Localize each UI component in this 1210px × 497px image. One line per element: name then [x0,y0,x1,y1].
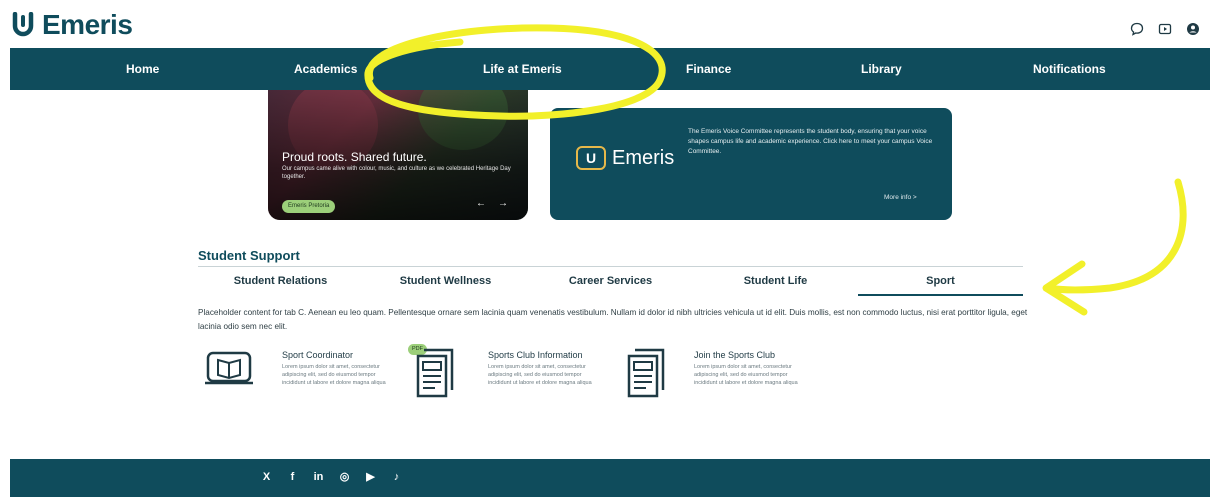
item-description: Lorem ipsum dolor sit amet, consectetur … [488,364,592,386]
tab-career-services[interactable]: Career Services [528,267,693,296]
item-title[interactable]: Sport Coordinator [282,350,353,360]
student-support-tabs: Student Relations Student Wellness Caree… [198,266,1023,296]
emeris-logo[interactable]: Emeris [12,9,133,41]
hero-carousel-controls: ←→ [476,198,520,209]
item-title[interactable]: Sports Club Information [488,350,583,360]
item-description: Lorem ipsum dolor sit amet, consectetur … [694,364,798,386]
document-icon [627,348,665,398]
tab-student-life[interactable]: Student Life [693,267,858,296]
hero-title: Proud roots. Shared future. [282,150,427,164]
site-footer: X f in ◎ ▶ ♪ [10,459,1210,497]
tiktok-icon[interactable]: ♪ [390,471,403,484]
tab-sport[interactable]: Sport [858,267,1023,296]
tab-student-wellness[interactable]: Student Wellness [363,267,528,296]
document-icon [416,348,454,398]
voice-committee-text: The Emeris Voice Committee represents th… [688,128,933,155]
nav-finance[interactable]: Finance [686,48,731,90]
chat-icon[interactable] [1130,22,1144,36]
hero-description: Our campus came alive with colour, music… [282,166,511,180]
heritage-day-card[interactable]: Proud roots. Shared future. Our campus c… [268,90,528,220]
top-header: Emeris [0,0,1210,48]
instagram-icon[interactable]: ◎ [338,471,351,484]
item-description: Lorem ipsum dolor sit amet, consectetur … [282,364,386,386]
tab-content-text: Placeholder content for tab C. Aenean eu… [198,308,1028,331]
book-screen-icon [205,351,253,385]
carousel-prev-icon[interactable]: ← [476,198,498,209]
nav-notifications[interactable]: Notifications [1033,48,1106,90]
hero-campus-tag[interactable]: Emeris Pretoria [282,200,336,213]
voice-logo-wordmark: Emeris [612,146,675,169]
highlight-arrow-annotation [1042,178,1187,316]
student-support-heading: Student Support [198,248,300,263]
carousel-next-icon[interactable]: → [498,198,520,209]
voice-bubble-icon: U [576,146,606,170]
emeris-voice-logo: U Emeris [576,146,674,170]
media-icon[interactable] [1158,22,1172,36]
facebook-icon[interactable]: f [286,471,299,484]
nav-life-at-emeris[interactable]: Life at Emeris [483,48,562,90]
voice-committee-card[interactable]: U Emeris The Emeris Voice Committee repr… [550,108,952,220]
logo-wordmark: Emeris [42,9,133,40]
youtube-icon[interactable]: ▶ [364,471,377,484]
more-info-link[interactable]: More info > [884,194,917,201]
emeris-logo-mark-icon [12,12,34,37]
tab-student-relations[interactable]: Student Relations [198,267,363,296]
nav-academics[interactable]: Academics [294,48,357,90]
x-icon[interactable]: X [260,471,273,484]
item-title[interactable]: Join the Sports Club [694,350,775,360]
header-icons [1130,22,1200,36]
main-nav: Home Academics Life at Emeris Finance Li… [10,48,1210,90]
linkedin-icon[interactable]: in [312,471,325,484]
social-links: X f in ◎ ▶ ♪ [260,471,403,484]
nav-library[interactable]: Library [861,48,902,90]
account-icon[interactable] [1186,22,1200,36]
nav-home[interactable]: Home [126,48,159,90]
